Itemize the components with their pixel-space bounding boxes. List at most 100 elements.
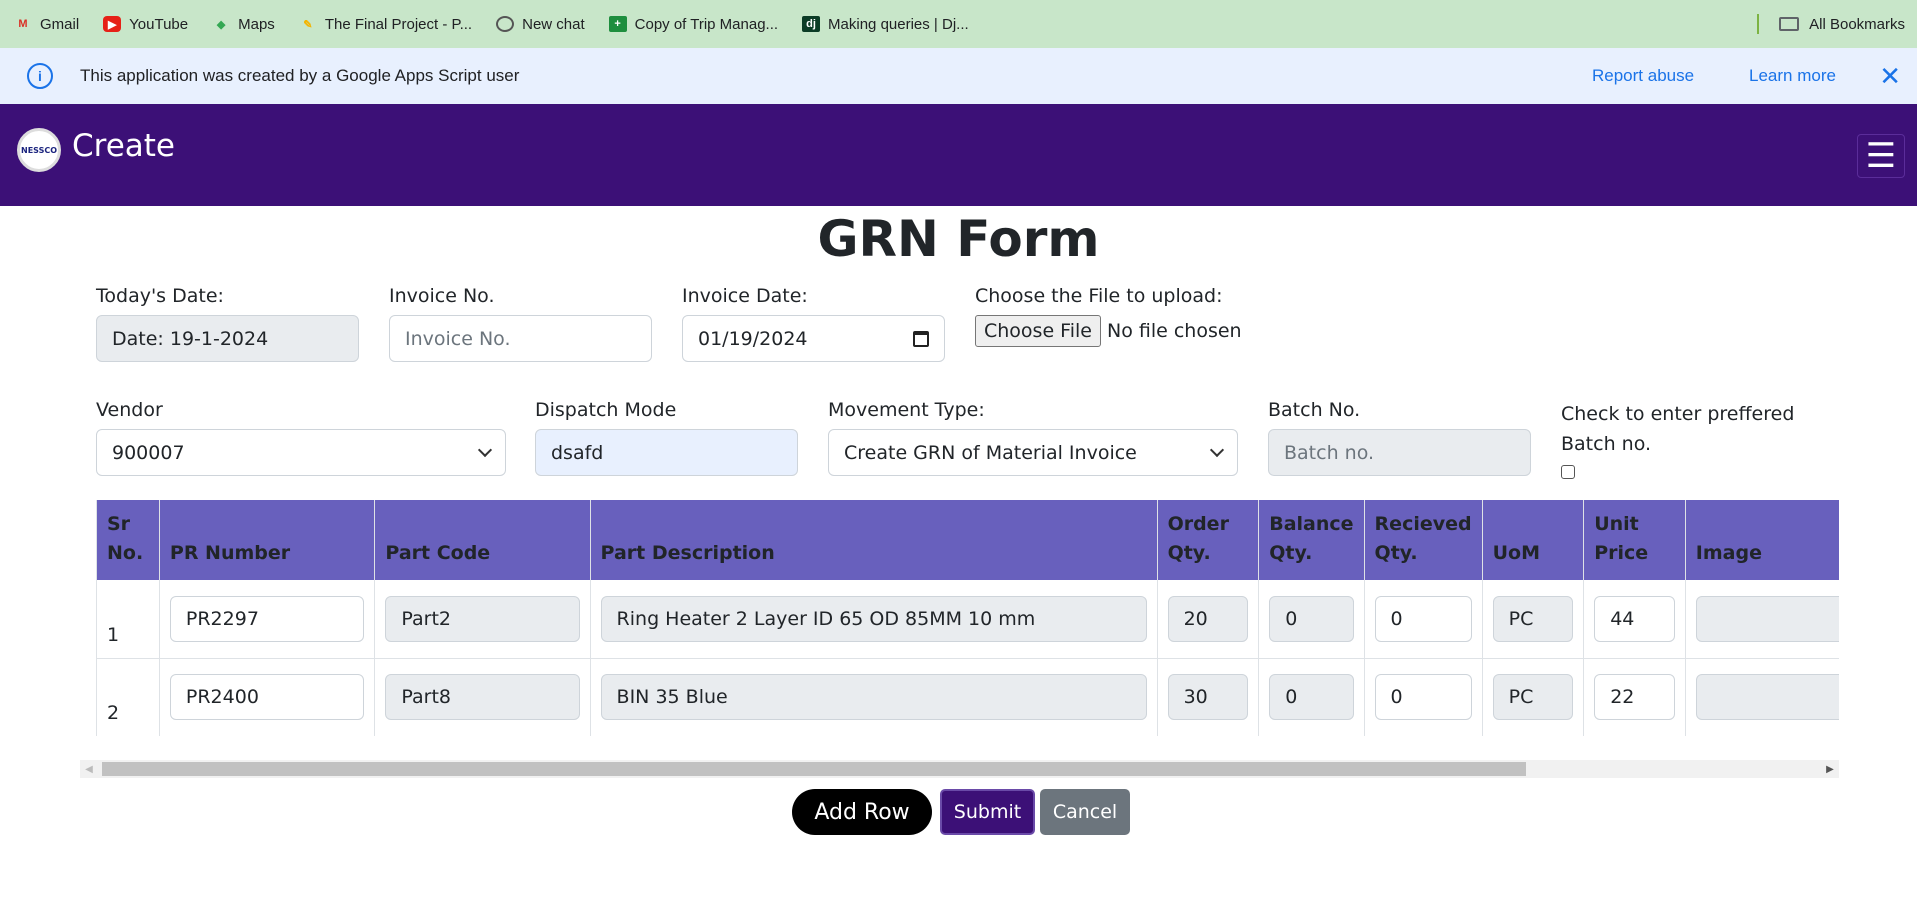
movement-type-value: Create GRN of Material Invoice (844, 441, 1137, 464)
image-input (1695, 674, 1839, 720)
movement-type-label: Movement Type: (828, 399, 985, 421)
invoice-date-label: Invoice Date: (682, 285, 808, 307)
chatgpt-icon (496, 16, 515, 32)
apps-script-banner: i This application was created by a Goog… (0, 48, 1917, 104)
balance-qty-input: 0 (1269, 674, 1354, 720)
dispatch-mode-field: Dispatch Mode dsafd (535, 399, 798, 476)
cell-part-description: BIN 35 Blue (590, 658, 1158, 736)
bookmark-youtube[interactable]: ▶ YouTube (103, 16, 188, 33)
file-upload-field: Choose the File to upload: Choose File N… (975, 285, 1295, 347)
grn-items-table-container[interactable]: Sr No. PR Number Part Code Part Descript… (96, 500, 1839, 736)
close-icon[interactable]: ✕ (1879, 63, 1901, 89)
received-qty-input[interactable]: 0 (1374, 674, 1472, 720)
order-qty-input: 20 (1167, 595, 1249, 642)
bookmark-label: Maps (238, 15, 275, 33)
cell-part-code: Part2 (374, 580, 591, 659)
company-logo: NESSCO (17, 128, 61, 172)
bookmark-label: The Final Project - P... (324, 15, 473, 33)
order-qty-input: 30 (1167, 674, 1249, 720)
bookmark-new-chat[interactable]: New chat (496, 16, 585, 33)
todays-date-input: Date: 19-1-2024 (96, 315, 359, 362)
chevron-down-icon (477, 442, 493, 457)
page-title: GRN Form (817, 210, 1100, 268)
banner-message: This application was created by a Google… (80, 66, 520, 85)
received-qty-input[interactable]: 0 (1374, 595, 1472, 642)
invoice-date-input[interactable]: 01/19/2024 (682, 315, 945, 362)
bookmark-maps[interactable]: ◆ Maps (212, 16, 275, 33)
header-image: Image (1685, 500, 1839, 580)
all-bookmarks[interactable]: All Bookmarks (1757, 0, 1905, 48)
bookmark-django-queries[interactable]: dj Making queries | Dj... (802, 16, 969, 33)
balance-qty-input: 0 (1269, 595, 1354, 642)
gmail-icon: M (18, 18, 28, 30)
unit-price-input[interactable]: 44 (1594, 595, 1675, 642)
choose-file-button[interactable]: Choose File (975, 315, 1101, 347)
maps-icon: ◆ (216, 18, 226, 31)
header-order-qty: Order Qty. (1157, 500, 1260, 580)
file-upload-label: Choose the File to upload: (975, 285, 1223, 307)
scrollbar-thumb[interactable] (102, 762, 1526, 776)
scroll-right-icon[interactable]: ▶ (1821, 760, 1839, 778)
invoice-no-field: Invoice No. Invoice No. (389, 285, 652, 362)
cell-received-qty: 0 (1364, 658, 1483, 736)
bookmark-final-project[interactable]: ✎ The Final Project - P... (299, 16, 472, 33)
add-row-button[interactable]: Add Row (792, 789, 932, 835)
cancel-button[interactable]: Cancel (1040, 789, 1130, 835)
movement-type-select[interactable]: Create GRN of Material Invoice (828, 429, 1238, 476)
all-bookmarks-label: All Bookmarks (1809, 15, 1905, 33)
bookmark-trip-manager[interactable]: + Copy of Trip Manag... (608, 15, 779, 33)
pr-number-input[interactable]: PR2297 (169, 595, 365, 642)
submit-button[interactable]: Submit (940, 789, 1035, 835)
report-abuse-link[interactable]: Report abuse (1592, 66, 1694, 86)
bookmark-label: Gmail (40, 15, 80, 33)
pr-number-input[interactable]: PR2400 (169, 674, 365, 720)
table-row: 2 PR2400 Part8 BIN 35 Blue 30 0 0 PC 22 (96, 658, 1839, 736)
image-input (1695, 595, 1839, 642)
header-sr-no: Sr No. (96, 500, 160, 580)
bookmark-gmail[interactable]: M Gmail (14, 16, 79, 33)
scroll-left-icon[interactable]: ◀ (80, 760, 98, 778)
todays-date-field: Today's Date: Date: 19-1-2024 (96, 285, 359, 362)
bookmark-label: Copy of Trip Manag... (634, 15, 779, 33)
chevron-down-icon (1209, 442, 1225, 457)
cell-pr-number: PR2400 (159, 658, 376, 736)
cell-order-qty: 30 (1157, 658, 1260, 736)
preferred-batch-label: Check to enter preffered Batch no. (1561, 403, 1795, 455)
table-horizontal-scrollbar[interactable]: ◀ ▶ (80, 760, 1839, 778)
header-balance-qty: Balance Qty. (1258, 500, 1365, 580)
cell-uom: PC (1482, 658, 1585, 736)
cell-part-description: Ring Heater 2 Layer ID 65 OD 85MM 10 mm (590, 580, 1158, 659)
bookmark-label: Making queries | Dj... (828, 15, 969, 33)
cell-image (1685, 658, 1839, 736)
header-part-description: Part Description (590, 500, 1158, 580)
navbar-brand[interactable]: Create (72, 128, 175, 164)
preferred-batch-checkbox[interactable] (1561, 465, 1575, 479)
file-status: No file chosen (1106, 320, 1242, 342)
cell-sr-no: 2 (96, 658, 160, 736)
dispatch-mode-input[interactable]: dsafd (535, 429, 798, 476)
logo-text: NESSCO (21, 145, 57, 155)
header-pr-number: PR Number (159, 500, 376, 580)
todays-date-label: Today's Date: (96, 285, 224, 307)
unit-price-input[interactable]: 22 (1594, 674, 1675, 720)
file-input: Choose File No file chosen (975, 315, 1295, 347)
header-part-code: Part Code (374, 500, 591, 580)
info-icon: i (27, 63, 53, 89)
vendor-field: Vendor 900007 (96, 399, 506, 476)
grn-items-table: Sr No. PR Number Part Code Part Descript… (96, 500, 1839, 736)
vendor-label: Vendor (96, 399, 163, 421)
part-description-input: Ring Heater 2 Layer ID 65 OD 85MM 10 mm (600, 595, 1147, 642)
learn-more-link[interactable]: Learn more (1749, 66, 1836, 86)
vendor-value: 900007 (112, 441, 185, 464)
part-code-input: Part2 (385, 595, 580, 642)
bookmark-label: New chat (522, 15, 585, 33)
invoice-no-label: Invoice No. (389, 285, 495, 307)
vendor-select[interactable]: 900007 (96, 429, 506, 476)
cell-part-code: Part8 (374, 658, 591, 736)
uom-input: PC (1492, 595, 1574, 642)
invoice-no-input[interactable]: Invoice No. (389, 315, 652, 362)
menu-toggle-button[interactable]: ☰ (1857, 134, 1905, 178)
bookmark-label: YouTube (129, 15, 189, 33)
header-uom: UoM (1482, 500, 1585, 580)
calendar-icon[interactable] (913, 330, 929, 347)
